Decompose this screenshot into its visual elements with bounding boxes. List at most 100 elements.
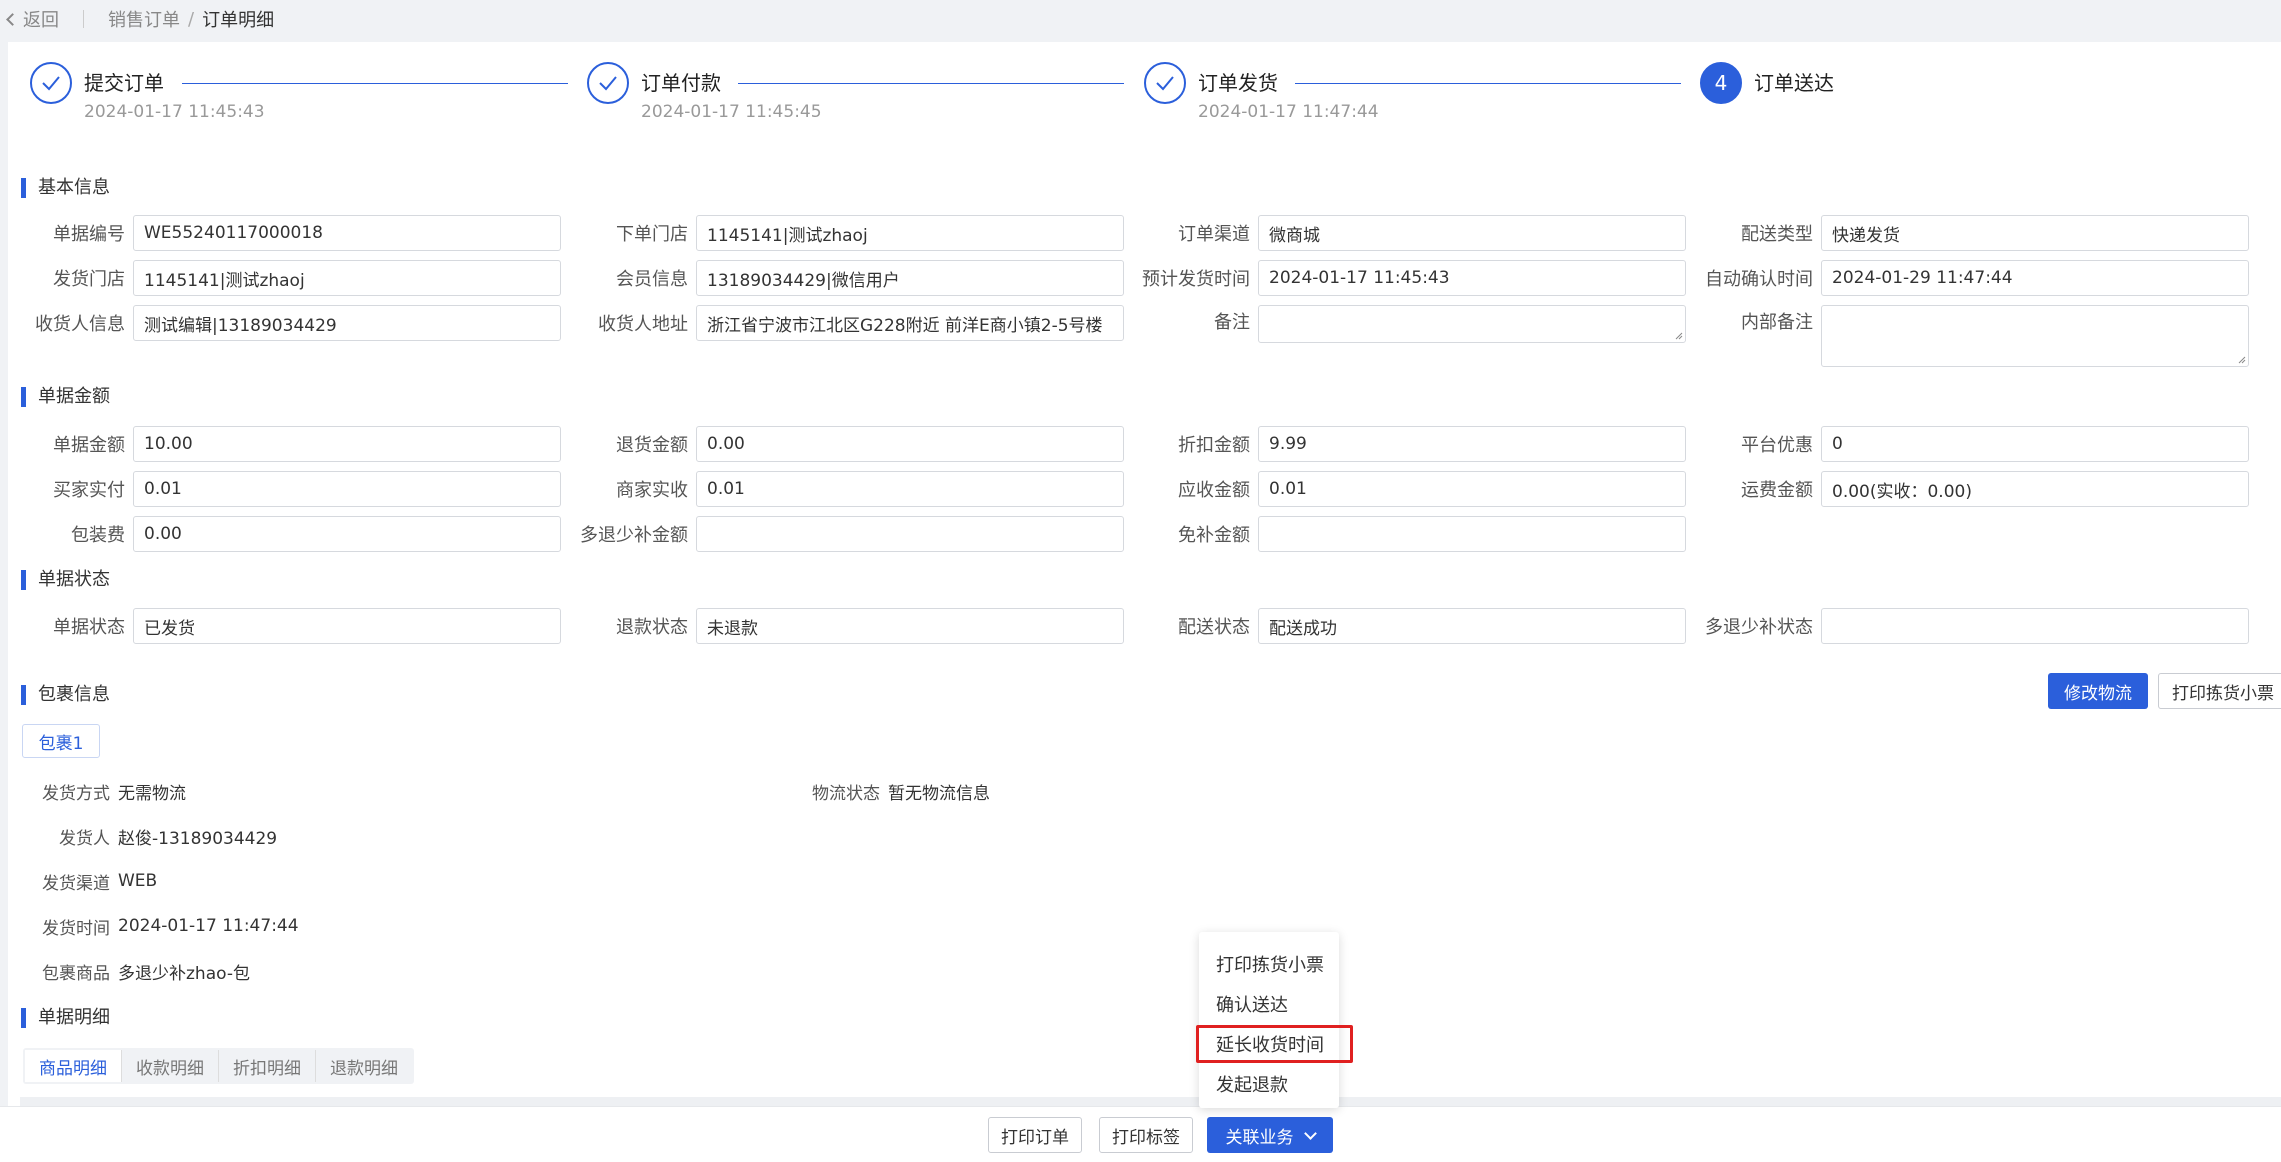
info-ship-channel: 发货渠道 WEB <box>42 871 158 894</box>
section-detail: 单据明细 <box>21 1008 110 1028</box>
field-doc-status: 单据状态 已发货 <box>8 608 561 644</box>
related-business-menu: 打印拣货小票 确认送达 延长收货时间 发起退款 <box>1199 932 1339 1108</box>
menu-item-confirm-delivery[interactable]: 确认送达 <box>1199 984 1339 1024</box>
breadcrumb-current: 订单明细 <box>202 10 275 31</box>
step-time: 2024-01-17 11:45:45 <box>641 102 822 122</box>
receiver-input[interactable]: 测试编辑|13189034429 <box>133 305 561 341</box>
field-remark: 备注 <box>1133 305 1686 343</box>
order-detail-card: 提交订单 2024-01-17 11:45:43 订单付款 2024-01-17… <box>8 42 2281 1162</box>
step-label: 订单送达 <box>1754 71 1834 95</box>
delivery-status-input[interactable]: 配送成功 <box>1258 608 1686 644</box>
print-label-button[interactable]: 打印标签 <box>1099 1117 1193 1153</box>
menu-item-print-pick-ticket[interactable]: 打印拣货小票 <box>1199 944 1339 984</box>
check-icon <box>1144 62 1186 104</box>
step-time: 2024-01-17 11:47:44 <box>1198 102 1379 122</box>
breadcrumb-sales-order[interactable]: 销售订单 <box>108 6 180 32</box>
back-button[interactable]: 返回 <box>6 6 59 32</box>
auto-confirm-input[interactable]: 2024-01-29 11:47:44 <box>1821 260 2249 296</box>
tab-discount-detail[interactable]: 折扣明细 <box>219 1050 316 1082</box>
field-receiver: 收货人信息 测试编辑|13189034429 <box>8 305 561 341</box>
est-ship-input[interactable]: 2024-01-17 11:45:43 <box>1258 260 1686 296</box>
chevron-left-icon <box>6 12 19 26</box>
delivery-type-input[interactable]: 快递发货 <box>1821 215 2249 251</box>
package-tab-1[interactable]: 包裹1 <box>22 724 100 758</box>
channel-input[interactable]: 微商城 <box>1258 215 1686 251</box>
detail-tabs: 商品明细 收款明细 折扣明细 退款明细 <box>23 1048 414 1084</box>
info-ship-method: 发货方式 无需物流 <box>42 783 186 804</box>
step-delivered: 4 订单送达 <box>1700 62 1834 104</box>
field-packing: 包装费 0.00 <box>8 516 561 552</box>
receivable-input[interactable]: 0.01 <box>1258 471 1686 507</box>
section-amount: 单据金额 <box>21 387 110 407</box>
print-pick-ticket-button[interactable]: 打印拣货小票 <box>2158 673 2281 709</box>
field-channel: 订单渠道 微商城 <box>1133 215 1686 251</box>
field-auto-confirm: 自动确认时间 2024-01-29 11:47:44 <box>1696 260 2249 296</box>
exempt-input[interactable] <box>1258 516 1686 552</box>
field-doc-no: 单据编号 WE55240117000018 <box>8 215 561 251</box>
internal-remark-textarea[interactable] <box>1821 305 2249 367</box>
related-business-button[interactable]: 关联业务 <box>1207 1117 1333 1153</box>
ship-store-input[interactable]: 1145141|测试zhaoj <box>133 260 561 296</box>
footer-bar: 打印订单 打印标签 关联业务 <box>0 1106 2281 1162</box>
field-return-amount: 退货金额 0.00 <box>571 426 1124 462</box>
resize-handle-icon[interactable] <box>1673 330 1683 340</box>
step-payment: 订单付款 2024-01-17 11:45:45 <box>587 62 822 122</box>
check-icon <box>587 62 629 104</box>
field-diff-status: 多退少补状态 <box>1696 608 2249 644</box>
chevron-down-icon <box>1303 1126 1317 1140</box>
refund-diff-input[interactable] <box>696 516 1124 552</box>
packing-input[interactable]: 0.00 <box>133 516 561 552</box>
tab-refund-detail[interactable]: 退款明细 <box>316 1050 412 1082</box>
resize-handle-icon[interactable] <box>2236 354 2246 364</box>
field-merchant-recv: 商家实收 0.01 <box>571 471 1124 507</box>
section-package: 包裹信息 <box>21 685 110 705</box>
section-basic-info: 基本信息 <box>21 178 110 198</box>
freight-input[interactable]: 0.00(实收：0.00) <box>1821 471 2249 507</box>
refund-status-input[interactable]: 未退款 <box>696 608 1124 644</box>
remark-textarea[interactable] <box>1258 305 1686 343</box>
member-input[interactable]: 13189034429|微信用户 <box>696 260 1124 296</box>
menu-item-initiate-refund[interactable]: 发起退款 <box>1199 1064 1339 1104</box>
field-delivery-type: 配送类型 快递发货 <box>1696 215 2249 251</box>
doc-no-input[interactable]: WE55240117000018 <box>133 215 561 251</box>
buyer-paid-input[interactable]: 0.01 <box>133 471 561 507</box>
order-store-input[interactable]: 1145141|测试zhaoj <box>696 215 1124 251</box>
info-logistics-status: 物流状态 暂无物流信息 <box>812 783 990 804</box>
field-platform: 平台优惠 0 <box>1696 426 2249 462</box>
divider <box>83 10 84 28</box>
step-submit: 提交订单 2024-01-17 11:45:43 <box>30 62 265 122</box>
step-time: 2024-01-17 11:45:43 <box>84 102 265 122</box>
field-ship-store: 发货门店 1145141|测试zhaoj <box>8 260 561 296</box>
field-doc-amount: 单据金额 10.00 <box>8 426 561 462</box>
field-member: 会员信息 13189034429|微信用户 <box>571 260 1124 296</box>
field-address: 收货人地址 浙江省宁波市江北区G228附近 前洋E商小镇2-5号楼 <box>571 305 1124 341</box>
tab-goods-detail[interactable]: 商品明细 <box>25 1050 122 1082</box>
check-icon <box>30 62 72 104</box>
diff-status-input[interactable] <box>1821 608 2249 644</box>
address-input[interactable]: 浙江省宁波市江北区G228附近 前洋E商小镇2-5号楼 <box>696 305 1124 341</box>
order-steps: 提交订单 2024-01-17 11:45:43 订单付款 2024-01-17… <box>30 62 2270 142</box>
doc-status-input[interactable]: 已发货 <box>133 608 561 644</box>
modify-logistics-button[interactable]: 修改物流 <box>2048 673 2148 709</box>
field-refund-diff: 多退少补金额 <box>571 516 1124 552</box>
step-connector <box>182 83 568 84</box>
field-order-store: 下单门店 1145141|测试zhaoj <box>571 215 1124 251</box>
step-number: 4 <box>1700 62 1742 104</box>
merchant-recv-input[interactable]: 0.01 <box>696 471 1124 507</box>
return-amount-input[interactable]: 0.00 <box>696 426 1124 462</box>
field-delivery-status: 配送状态 配送成功 <box>1133 608 1686 644</box>
info-ship-time: 发货时间 2024-01-17 11:47:44 <box>42 916 299 939</box>
field-internal-remark: 内部备注 <box>1696 305 2249 367</box>
field-discount: 折扣金额 9.99 <box>1133 426 1686 462</box>
field-refund-status: 退款状态 未退款 <box>571 608 1124 644</box>
discount-input[interactable]: 9.99 <box>1258 426 1686 462</box>
step-shipping: 订单发货 2024-01-17 11:47:44 <box>1144 62 1379 122</box>
field-receivable: 应收金额 0.01 <box>1133 471 1686 507</box>
platform-input[interactable]: 0 <box>1821 426 2249 462</box>
field-exempt: 免补金额 <box>1133 516 1686 552</box>
highlight-box <box>1196 1025 1353 1063</box>
step-connector <box>738 83 1124 84</box>
doc-amount-input[interactable]: 10.00 <box>133 426 561 462</box>
print-order-button[interactable]: 打印订单 <box>988 1117 1082 1153</box>
tab-receipt-detail[interactable]: 收款明细 <box>122 1050 219 1082</box>
